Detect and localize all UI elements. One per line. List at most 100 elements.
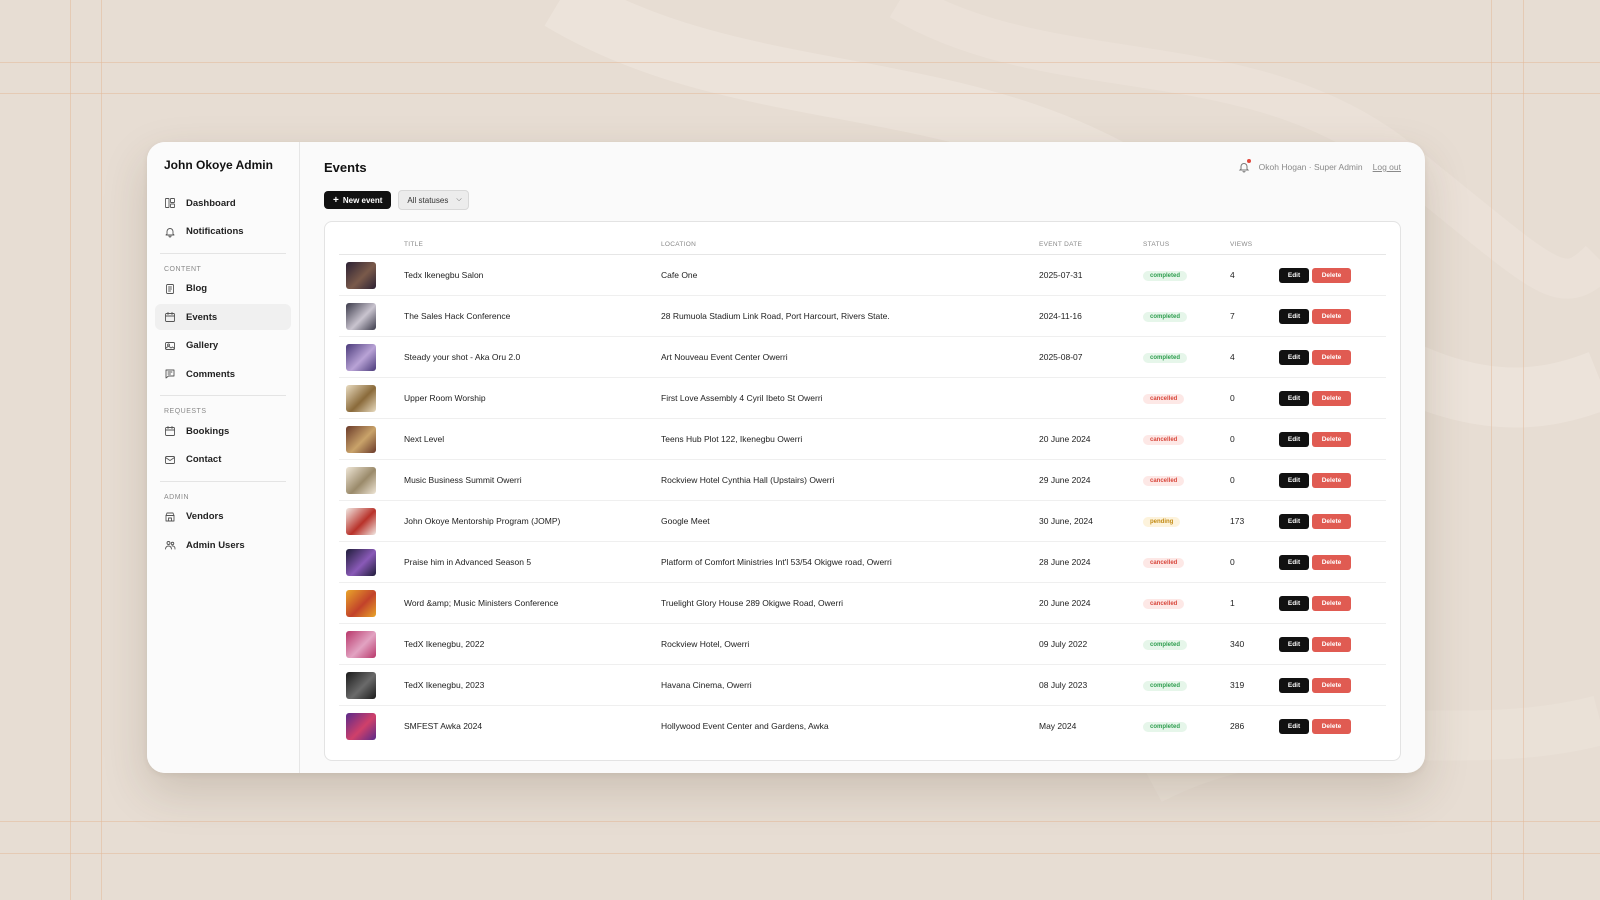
table-row[interactable]: TedX Ikenegbu, 2023 Havana Cinema, Owerri… xyxy=(339,664,1386,706)
topbar: Events Okoh Hogan · Super Admin Log out xyxy=(324,157,1401,177)
guide-line xyxy=(70,0,71,900)
delete-button[interactable]: Delete xyxy=(1312,595,1351,611)
sidebar-item-gallery[interactable]: Gallery xyxy=(155,333,291,359)
thumbnail-cell xyxy=(339,254,404,296)
row-actions: Edit Delete xyxy=(1279,513,1386,529)
event-views: 0 xyxy=(1230,459,1279,501)
sidebar-item-blog[interactable]: Blog xyxy=(155,276,291,302)
sidebar-item-vendors[interactable]: Vendors xyxy=(155,504,291,530)
events-table: TITLE LOCATION EVENT DATE STATUS VIEWS T… xyxy=(339,234,1386,746)
edit-button[interactable]: Edit xyxy=(1279,677,1309,693)
new-event-button[interactable]: + New event xyxy=(324,191,392,209)
table-row[interactable]: Next Level Teens Hub Plot 122, Ikenegbu O… xyxy=(339,418,1386,460)
delete-button[interactable]: Delete xyxy=(1312,677,1351,693)
table-row[interactable]: Tedx Ikenegbu Salon Cafe One 2025-07-31 com… xyxy=(339,254,1386,296)
delete-button[interactable]: Delete xyxy=(1312,513,1351,529)
column-header-thumbnail xyxy=(339,234,404,255)
sidebar-item-contact[interactable]: Contact xyxy=(155,447,291,473)
delete-button[interactable]: Delete xyxy=(1312,308,1351,324)
status-badge: cancelled xyxy=(1143,394,1185,404)
column-header-views[interactable]: VIEWS xyxy=(1230,234,1279,255)
edit-button[interactable]: Edit xyxy=(1279,513,1309,529)
sidebar-item-label: Admin Users xyxy=(186,539,245,551)
sidebar-nav: Dashboard Notifications CONTENT Blog Events G… xyxy=(155,190,291,558)
edit-button[interactable]: Edit xyxy=(1279,718,1309,734)
edit-button[interactable]: Edit xyxy=(1279,636,1309,652)
actions-cell: Edit Delete xyxy=(1279,254,1386,296)
status-cell: completed xyxy=(1143,706,1230,747)
delete-button[interactable]: Delete xyxy=(1312,349,1351,365)
event-title: Next Level xyxy=(404,418,661,460)
event-location: Rockview Hotel Cynthia Hall (Upstairs) O… xyxy=(661,459,1039,501)
actions-cell: Edit Delete xyxy=(1279,418,1386,460)
delete-button[interactable]: Delete xyxy=(1312,472,1351,488)
table-row[interactable]: The Sales Hack Conference 28 Rumuola Stad… xyxy=(339,295,1386,337)
event-thumbnail xyxy=(346,466,376,494)
table-row[interactable]: Upper Room Worship First Love Assembly 4 … xyxy=(339,377,1386,419)
sidebar-item-bookings[interactable]: Bookings xyxy=(155,418,291,444)
table-row[interactable]: John Okoye Mentorship Program (JOMP) Goog… xyxy=(339,500,1386,542)
event-title: Praise him in Advanced Season 5 xyxy=(404,541,661,583)
event-thumbnail xyxy=(346,589,376,617)
sidebar-item-notifications[interactable]: Notifications xyxy=(155,219,291,245)
event-views: 286 xyxy=(1230,721,1245,731)
edit-button[interactable]: Edit xyxy=(1279,349,1309,365)
edit-button[interactable]: Edit xyxy=(1279,390,1309,406)
thumbnail-cell xyxy=(339,500,404,542)
delete-button[interactable]: Delete xyxy=(1312,554,1351,570)
row-actions: Edit Delete xyxy=(1279,718,1386,734)
delete-button[interactable]: Delete xyxy=(1312,431,1351,447)
status-filter-select[interactable]: All statuses ⌵ xyxy=(398,190,469,210)
notification-bell-icon[interactable] xyxy=(1238,159,1251,173)
event-thumbnail xyxy=(346,548,376,576)
actions-cell: Edit Delete xyxy=(1279,541,1386,583)
sidebar-item-comments[interactable]: Comments xyxy=(155,361,291,387)
thumbnail-cell xyxy=(339,459,404,501)
app-title: John Okoye Admin xyxy=(164,158,273,172)
row-actions: Edit Delete xyxy=(1279,431,1386,447)
column-header-title[interactable]: TITLE xyxy=(404,234,661,255)
table-row[interactable]: Praise him in Advanced Season 5 Platform … xyxy=(339,541,1386,583)
actions-cell: Edit Delete xyxy=(1279,295,1386,337)
event-views: 4 xyxy=(1230,336,1279,378)
sidebar-item-admin-users[interactable]: Admin Users xyxy=(155,532,291,558)
event-thumbnail xyxy=(346,630,376,658)
sidebar-item-dashboard[interactable]: Dashboard xyxy=(155,190,291,216)
thumbnail-cell xyxy=(339,664,404,706)
event-thumbnail xyxy=(346,507,376,535)
event-title: Tedx Ikenegbu Salon xyxy=(404,254,661,296)
sidebar-divider xyxy=(160,480,286,482)
thumbnail-cell xyxy=(339,582,404,624)
actions-cell: Edit Delete xyxy=(1279,377,1386,419)
event-views: 319 xyxy=(1230,664,1279,706)
event-location: Truelight Glory House 289 Okigwe Road, O… xyxy=(661,582,1039,624)
table-row[interactable]: Steady your shot - Aka Oru 2.0 Art Nouvea… xyxy=(339,336,1386,378)
delete-button[interactable]: Delete xyxy=(1312,267,1351,283)
table-row[interactable]: Music Business Summit Owerri Rockview Hot… xyxy=(339,459,1386,501)
column-header-event-date[interactable]: EVENT DATE xyxy=(1039,234,1143,255)
delete-button[interactable]: Delete xyxy=(1312,718,1351,734)
edit-button[interactable]: Edit xyxy=(1279,267,1309,283)
edit-button[interactable]: Edit xyxy=(1279,472,1309,488)
status-cell: cancelled xyxy=(1143,459,1230,501)
sidebar-item-events[interactable]: Events xyxy=(155,304,291,330)
status-badge: completed xyxy=(1143,312,1188,322)
delete-button[interactable]: Delete xyxy=(1312,636,1351,652)
edit-button[interactable]: Edit xyxy=(1279,431,1309,447)
column-header-location[interactable]: LOCATION xyxy=(661,234,1039,255)
status-badge: cancelled xyxy=(1143,558,1185,568)
sidebar-item-label: Events xyxy=(186,311,218,323)
table-row[interactable]: Word &amp; Music Ministers Conference Tru… xyxy=(339,582,1386,624)
status-cell: cancelled xyxy=(1143,582,1230,624)
edit-button[interactable]: Edit xyxy=(1279,554,1309,570)
edit-button[interactable]: Edit xyxy=(1279,595,1309,611)
event-date: 09 July 2022 xyxy=(1039,623,1143,665)
column-header-status[interactable]: STATUS xyxy=(1143,234,1230,255)
edit-button[interactable]: Edit xyxy=(1279,308,1309,324)
thumbnail-cell xyxy=(339,418,404,460)
delete-button[interactable]: Delete xyxy=(1312,390,1351,406)
logout-link[interactable]: Log out xyxy=(1373,162,1401,172)
sidebar-item-label: Comments xyxy=(186,368,236,380)
table-row[interactable]: SMFEST Awka 2024 Hollywood Event Center a… xyxy=(339,706,1386,747)
table-row[interactable]: TedX Ikenegbu, 2022 Rockview Hotel, Owerr… xyxy=(339,623,1386,665)
